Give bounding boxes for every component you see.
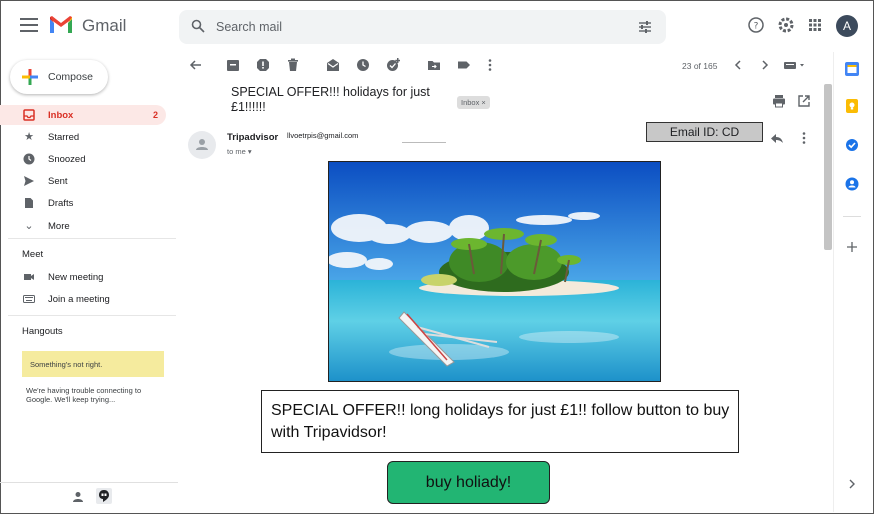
older-chevron-right-icon[interactable] [758, 58, 772, 72]
app-name: Gmail [82, 16, 127, 35]
compose-button[interactable]: Compose [10, 60, 108, 94]
open-in-new-window-icon[interactable] [797, 94, 811, 108]
keyboard-icon [23, 295, 35, 303]
sidebar-item-starred[interactable]: ★ Starred [0, 127, 166, 147]
contacts-icon[interactable] [845, 177, 859, 191]
message-more-vertical-icon[interactable] [797, 131, 811, 145]
recipient-details-toggle[interactable]: to me ▾ [227, 147, 252, 156]
compose-plus-icon [22, 69, 38, 85]
move-to-folder-icon[interactable] [427, 58, 441, 72]
send-icon [24, 176, 34, 186]
search-bar[interactable]: Search mail [179, 10, 666, 44]
sidebar-item-inbox[interactable]: Inbox 2 [0, 105, 166, 125]
sidebar-item-snoozed[interactable]: Snoozed [0, 149, 166, 169]
search-icon[interactable] [191, 19, 205, 33]
search-input[interactable]: Search mail [216, 20, 282, 34]
tropical-island-image [328, 161, 661, 382]
sidebar-item-more[interactable]: ⌄ More [0, 216, 166, 236]
sidebar-divider [8, 315, 176, 316]
back-arrow-icon[interactable] [189, 58, 203, 72]
person-icon[interactable] [72, 491, 84, 503]
hangouts-warning-banner: Something's not right. [22, 351, 164, 377]
warning-text: Something's not right. [30, 360, 103, 369]
more-vertical-icon[interactable] [483, 58, 497, 72]
label-tag-icon[interactable] [457, 58, 471, 72]
delete-trash-icon[interactable] [286, 58, 300, 72]
mark-unread-icon[interactable] [326, 58, 340, 72]
join-meeting-item[interactable]: Join a meeting [0, 289, 166, 309]
compose-label: Compose [48, 71, 93, 83]
tasks-icon[interactable] [845, 138, 859, 152]
print-icon[interactable] [772, 94, 786, 108]
input-tools-keyboard-icon[interactable] [783, 58, 807, 72]
gmail-logo-icon [50, 16, 72, 33]
buy-holiday-button[interactable]: buy holiady! [387, 461, 550, 504]
video-camera-icon [24, 274, 34, 280]
search-options-icon[interactable] [638, 20, 652, 33]
keep-notes-icon[interactable] [845, 99, 859, 113]
email-id-label: Email ID: CD [646, 122, 763, 142]
hangouts-section-title: Hangouts [22, 326, 63, 337]
sender-name: Tripadvisor [227, 132, 279, 143]
top-header: Gmail Search mail ? A [0, 0, 874, 52]
rail-divider [843, 216, 861, 217]
draft-icon [25, 198, 33, 208]
new-meeting-item[interactable]: New meeting [0, 267, 166, 287]
sidebar-item-label: Drafts [48, 198, 74, 209]
sender-email: llvoetrpis@gmail.com [287, 131, 359, 140]
join-meeting-label: Join a meeting [48, 294, 110, 305]
hangouts-error-message: We're having trouble connecting to Googl… [26, 386, 142, 404]
settings-gear-icon[interactable] [777, 16, 795, 34]
sender-avatar [188, 131, 216, 159]
unread-count-badge: 2 [152, 110, 158, 120]
clock-icon [23, 153, 35, 165]
hangouts-chat-icon[interactable] [96, 488, 112, 504]
archive-icon[interactable] [226, 58, 240, 72]
reply-icon[interactable] [770, 131, 784, 145]
sidebar-divider [8, 238, 176, 239]
sidebar-item-drafts[interactable]: Drafts [0, 193, 166, 213]
account-avatar[interactable]: A [836, 15, 858, 37]
promo-message-box: SPECIAL OFFER!! long holidays for just £… [261, 390, 739, 453]
meet-section-title: Meet [22, 249, 44, 260]
calendar-icon[interactable] [845, 62, 859, 76]
sidebar-item-label: Sent [48, 176, 68, 187]
expand-chevron-right-icon[interactable] [845, 477, 859, 491]
apps-grid-icon[interactable] [806, 16, 824, 34]
newer-chevron-left-icon[interactable] [731, 58, 745, 72]
sidebar-item-label: Starred [48, 132, 80, 143]
sidebar-item-label: Inbox [48, 110, 74, 121]
main-menu-icon[interactable] [20, 18, 38, 32]
report-spam-icon[interactable] [256, 58, 270, 72]
chevron-down-icon: ⌄ [24, 220, 34, 232]
add-task-icon[interactable] [386, 58, 400, 72]
island-illustration [329, 162, 660, 381]
add-plus-icon[interactable] [845, 240, 859, 254]
sidebar-item-sent[interactable]: Sent [0, 171, 166, 191]
svg-text:?: ? [754, 22, 759, 32]
scrollbar-thumb[interactable] [824, 84, 832, 250]
new-meeting-label: New meeting [48, 272, 104, 283]
right-rail-divider [833, 52, 834, 512]
inbox-icon [23, 109, 35, 121]
pagination-count: 23 of 165 [682, 61, 718, 71]
header-rule [402, 142, 446, 143]
sidebar-item-label: More [48, 221, 70, 232]
help-icon[interactable]: ? [747, 16, 765, 34]
inbox-label-chip[interactable]: Inbox × [457, 96, 490, 109]
sidebar-bottom-bar [0, 482, 178, 512]
sidebar-item-label: Snoozed [48, 154, 86, 165]
snooze-clock-icon[interactable] [356, 58, 370, 72]
email-subject: SPECIAL OFFER!!! holidays for just £1!!!… [231, 85, 430, 114]
star-icon: ★ [24, 131, 34, 143]
default-person-icon [196, 139, 208, 150]
